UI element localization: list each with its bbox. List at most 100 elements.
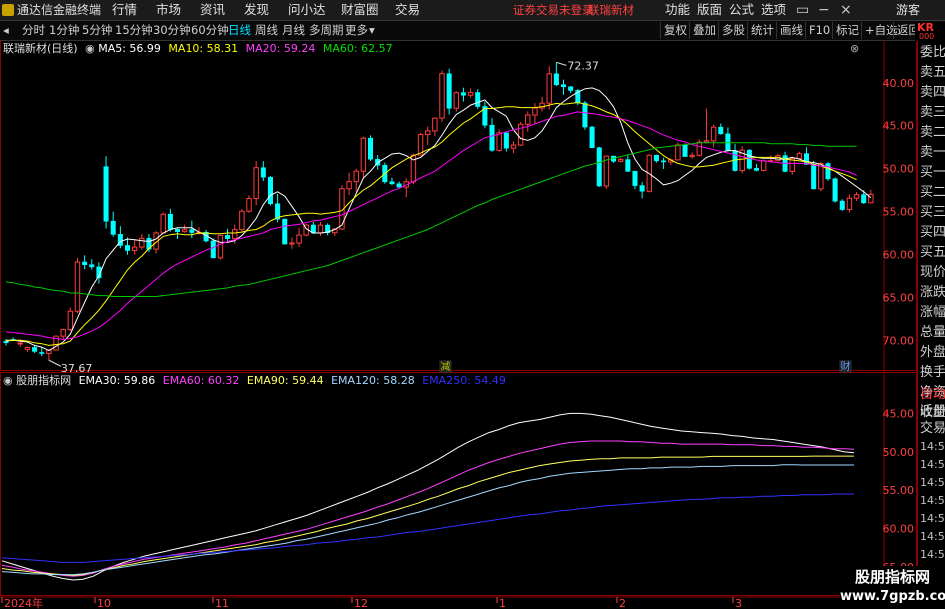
- candle-body: [139, 237, 145, 248]
- menu-market[interactable]: 市场: [156, 0, 181, 20]
- candle-body: [760, 160, 767, 171]
- tool-draw-line[interactable]: 画线: [776, 22, 806, 39]
- candle-body: [246, 197, 252, 212]
- chart-close-icon[interactable]: ⊗: [850, 42, 864, 56]
- date-axis-label: 12: [354, 597, 368, 609]
- high-marker-line: [556, 61, 567, 66]
- event-marker-reduce: 减: [441, 361, 451, 373]
- sub-info-line: ◉ 股朋指标网 EMA30: 59.86 EMA60: 60.32 EMA90:…: [3, 373, 506, 389]
- menu-bar: 通达信金融终端 行情 市场 资讯 发现 问小达 财富圈 交易 证券交易未登录 联…: [0, 0, 945, 21]
- candle-body: [289, 242, 295, 245]
- candle-body: [825, 163, 831, 180]
- ma60-label: MA60: 62.57: [322, 42, 393, 55]
- tool-mark[interactable]: 标记: [832, 22, 862, 39]
- candle-body: [853, 194, 860, 199]
- period-monthly[interactable]: 月线: [279, 21, 308, 40]
- menu-layout[interactable]: 版面: [697, 0, 722, 20]
- candle-body: [525, 114, 531, 125]
- candle-body: [553, 73, 559, 86]
- candle-body: [510, 144, 517, 149]
- candle-body: [861, 194, 867, 204]
- candle-body: [396, 183, 402, 188]
- main-chart-title: 联瑞新材(日线): [3, 42, 78, 55]
- candle-body: [17, 342, 24, 345]
- trade-time-label: 14:56: [920, 548, 945, 561]
- main-chart-frame: [0, 40, 917, 371]
- window-minimize-icon[interactable]: −: [818, 0, 830, 20]
- date-axis-label: 2: [619, 597, 626, 609]
- app-title: 通达信金融终端: [2, 0, 101, 20]
- candle-body: [368, 137, 374, 160]
- sub-indicator-icon[interactable]: ◉: [3, 374, 13, 387]
- sub-axis-label: 60.00: [883, 523, 915, 536]
- menu-ask[interactable]: 问小达: [288, 0, 326, 20]
- trade-time-label: 14:55: [920, 440, 945, 453]
- price-axis-label: 55.00: [883, 206, 915, 219]
- low-marker-line: [48, 359, 62, 367]
- period-intraday[interactable]: 分时: [19, 21, 48, 40]
- period-multi[interactable]: 多周期: [306, 21, 347, 40]
- candle-body: [746, 149, 752, 169]
- candle-body: [60, 329, 66, 337]
- tool-f10[interactable]: F10: [805, 22, 833, 39]
- candle-body: [282, 218, 288, 245]
- candle-body: [846, 197, 853, 211]
- menu-formula[interactable]: 公式: [729, 0, 754, 20]
- period-tick-toggle[interactable]: ◂: [0, 21, 12, 40]
- menu-trade[interactable]: 交易: [395, 0, 420, 20]
- trade-time-label: 14:56: [920, 512, 945, 525]
- quote-field-label: 买四: [920, 225, 945, 240]
- tool-overlay[interactable]: 叠加: [689, 22, 719, 39]
- menu-function[interactable]: 功能: [665, 0, 690, 20]
- window-restore-icon[interactable]: ▭: [796, 0, 809, 20]
- candle-body: [868, 193, 874, 204]
- candle-body: [703, 140, 710, 143]
- candle-body: [446, 73, 452, 109]
- candle-body: [818, 163, 824, 190]
- price-axis-label: 45.00: [883, 120, 915, 133]
- tool-statistics[interactable]: 统计: [747, 22, 777, 39]
- price-axis-label: 40.00: [883, 77, 915, 90]
- login-notice[interactable]: 证券交易未登录: [513, 0, 594, 20]
- menu-quotes[interactable]: 行情: [112, 0, 137, 20]
- indicator-menu-icon[interactable]: ◉: [85, 42, 95, 55]
- candle-body: [175, 229, 181, 232]
- ema30-line: [1, 412, 855, 581]
- menu-wealth[interactable]: 财富圈: [341, 0, 379, 20]
- candle-body: [453, 92, 460, 109]
- date-axis-label: 3: [735, 597, 742, 609]
- period-weekly[interactable]: 周线: [252, 21, 281, 40]
- tool-rights-adjust[interactable]: 复权: [660, 22, 690, 39]
- candle-body: [217, 234, 224, 259]
- period-1min[interactable]: 1分钟: [46, 21, 82, 40]
- quote-field-label: 卖二: [920, 125, 945, 140]
- panel-tag[interactable]: KR 000: [915, 22, 945, 42]
- candle-body: [74, 261, 81, 312]
- menu-discover[interactable]: 发现: [244, 0, 269, 20]
- quote-field-label: 买二: [920, 185, 945, 200]
- candle-body: [489, 124, 495, 151]
- candle-body: [839, 200, 845, 210]
- candle-body: [682, 144, 688, 157]
- quote-field-label: 现价: [920, 265, 945, 280]
- period-daily[interactable]: 日线: [225, 21, 254, 40]
- ema60-label: EMA60: 60.32: [162, 374, 240, 387]
- window-close-icon[interactable]: ×: [840, 0, 852, 20]
- sub-axis-label: 45.00: [883, 407, 915, 420]
- period-5min[interactable]: 5分钟: [79, 21, 115, 40]
- chart-area[interactable]: 70.00 65.00 60.00 55.00 50.00 45.00 40.00 72.37…: [0, 0, 945, 609]
- candle-body: [67, 310, 74, 331]
- candle-body: [360, 137, 367, 172]
- more-dropdown-icon[interactable]: ▾: [366, 21, 378, 40]
- tool-multi-stock[interactable]: 多股: [718, 22, 748, 39]
- candle-body: [632, 171, 638, 186]
- candle-body: [718, 126, 724, 135]
- menu-options[interactable]: 选项: [761, 0, 786, 20]
- guest-label[interactable]: 游客: [896, 0, 920, 20]
- candle-body: [124, 245, 131, 251]
- price-axis-label: 50.00: [883, 163, 915, 176]
- menu-news[interactable]: 资讯: [200, 0, 225, 20]
- ema120-label: EMA120: 58.28: [331, 374, 415, 387]
- candle-body: [181, 229, 188, 233]
- candle-body: [239, 210, 245, 231]
